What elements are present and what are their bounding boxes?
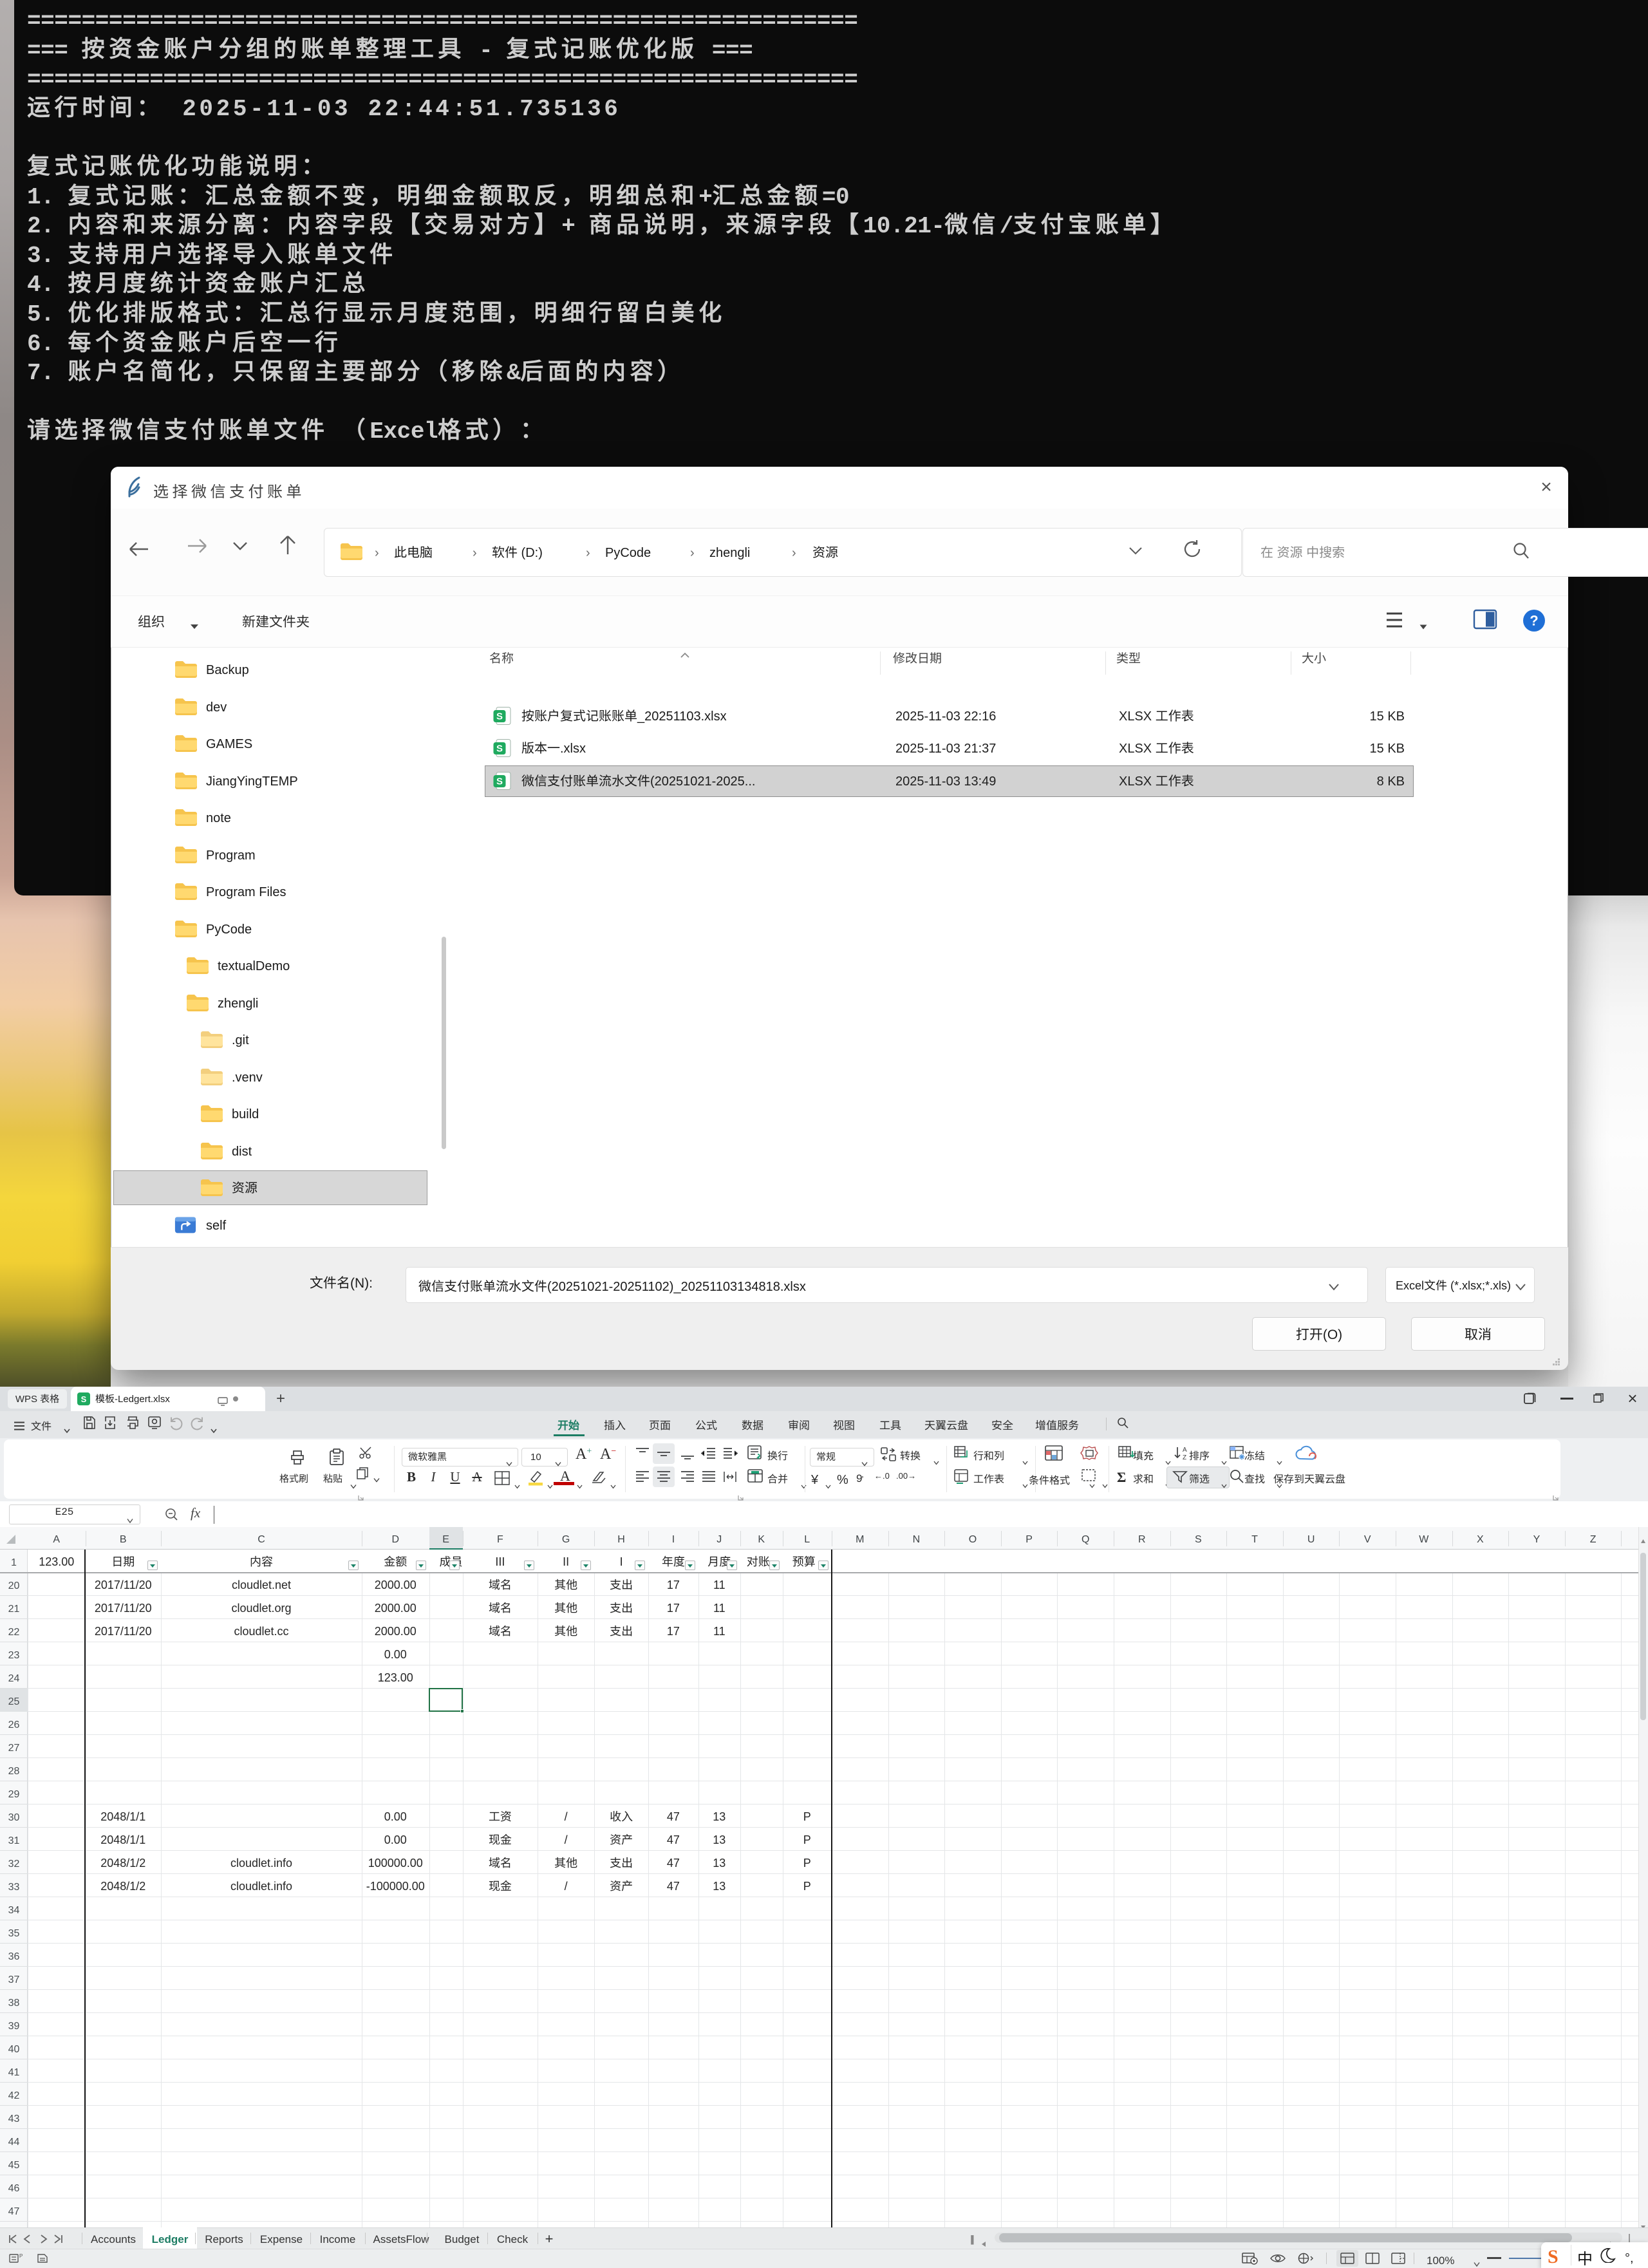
svg-text:S: S: [496, 776, 503, 787]
svg-text:S: S: [81, 1394, 87, 1404]
svg-text:P: P: [19, 2253, 23, 2259]
svg-text:S: S: [496, 744, 503, 754]
svg-text:S: S: [496, 711, 503, 722]
svg-text:Z: Z: [1183, 1454, 1186, 1461]
svg-text:A: A: [1183, 1447, 1187, 1454]
svg-text:?: ?: [1530, 613, 1538, 629]
